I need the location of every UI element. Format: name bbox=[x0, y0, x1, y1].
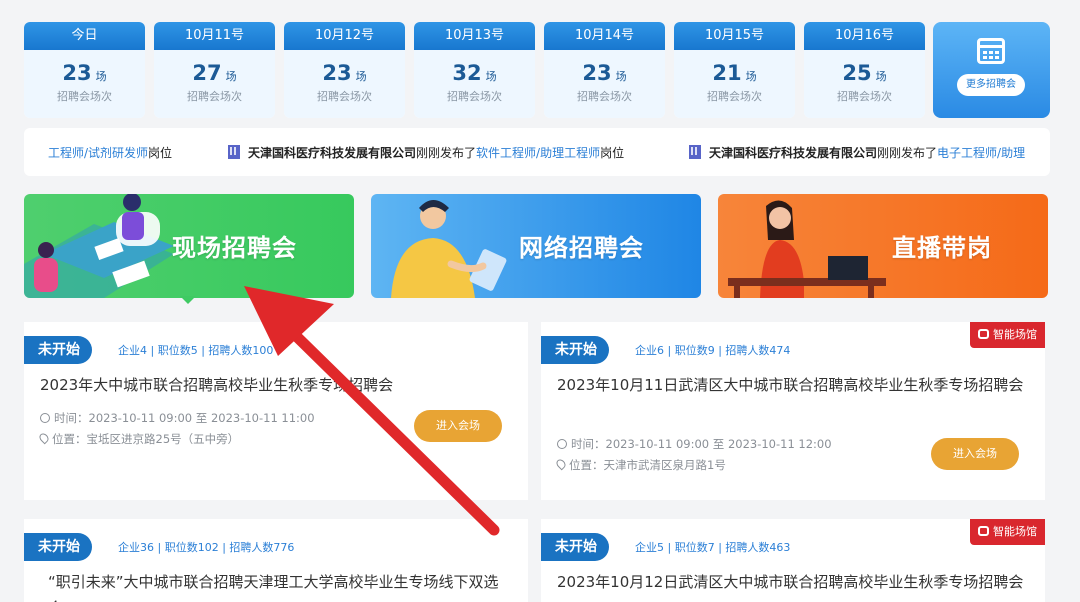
smart-venue-badge: 智能场馆 bbox=[970, 519, 1045, 545]
date-label: 10月13号 bbox=[414, 22, 535, 50]
fair-count: 25 bbox=[842, 61, 872, 85]
fair-sublabel: 招聘会场次 bbox=[447, 90, 502, 103]
status-badge: 未开始 bbox=[24, 533, 92, 561]
fair-unit: 场 bbox=[95, 70, 107, 83]
fair-count: 23 bbox=[582, 61, 612, 85]
live-hiring-banner[interactable]: 直播带岗 bbox=[718, 194, 1048, 298]
fair-card[interactable]: 智能场馆 未开始 企业5 | 职位数7 | 招聘人数463 2023年10月12… bbox=[541, 519, 1045, 602]
fair-count: 32 bbox=[452, 61, 482, 85]
ticker-item[interactable]: 工程师/试剂研发师岗位 bbox=[48, 144, 172, 161]
ticker-item[interactable]: 天津国科医疗科技发展有限公司刚刚发布了软件工程师/助理工程师岗位 bbox=[228, 144, 624, 161]
banner-pointer bbox=[180, 296, 196, 304]
status-badge: 未开始 bbox=[541, 336, 609, 364]
fair-count: 23 bbox=[62, 61, 92, 85]
fair-stats: 企业36 | 职位数102 | 招聘人数776 bbox=[118, 541, 295, 554]
date-tab-oct13[interactable]: 10月13号 32 场 招聘会场次 bbox=[414, 22, 535, 118]
fair-location: 位置：宝坻区进京路25号（五中旁） bbox=[37, 431, 240, 447]
ticker-item[interactable]: 天津国科医疗科技发展有限公司刚刚发布了电子工程师/助理 bbox=[689, 144, 1025, 161]
enter-venue-button[interactable]: 进入会场 bbox=[931, 438, 1019, 470]
date-tab-oct12[interactable]: 10月12号 23 场 招聘会场次 bbox=[284, 22, 405, 118]
date-tab-oct16[interactable]: 10月16号 25 场 招聘会场次 bbox=[804, 22, 925, 118]
smart-venue-label: 智能场馆 bbox=[993, 328, 1037, 341]
fair-card[interactable]: 智能场馆 未开始 企业6 | 职位数9 | 招聘人数474 2023年10月11… bbox=[541, 322, 1045, 500]
ticker-company: 天津国科医疗科技发展有限公司 bbox=[248, 146, 417, 160]
fair-stats: 企业6 | 职位数9 | 招聘人数474 bbox=[635, 344, 791, 357]
enter-venue-button[interactable]: 进入会场 bbox=[414, 410, 502, 442]
fair-title[interactable]: 2023年10月11日武清区大中城市联合招聘高校毕业生秋季专场招聘会 bbox=[557, 372, 1027, 398]
fair-title[interactable]: 2023年10月12日武清区大中城市联合招聘高校毕业生秋季专场招聘会 bbox=[557, 569, 1027, 595]
ticker-job: 软件工程师/助理工程师 bbox=[476, 146, 601, 160]
fair-stats: 企业5 | 职位数7 | 招聘人数463 bbox=[635, 541, 791, 554]
ticker-company: 天津国科医疗科技发展有限公司 bbox=[709, 146, 878, 160]
livestream-illustration bbox=[728, 200, 886, 298]
onsite-fair-banner[interactable]: 现场招聘会 bbox=[24, 194, 354, 298]
clock-icon bbox=[557, 439, 567, 449]
fair-card[interactable]: 未开始 企业4 | 职位数5 | 招聘人数100 2023年大中城市联合招聘高校… bbox=[24, 322, 528, 500]
online-fair-banner[interactable]: 网络招聘会 bbox=[371, 194, 701, 298]
date-tab-oct14[interactable]: 10月14号 23 场 招聘会场次 bbox=[544, 22, 665, 118]
fair-unit: 场 bbox=[225, 70, 237, 83]
location-pin-icon bbox=[554, 457, 568, 471]
fair-sublabel: 招聘会场次 bbox=[57, 90, 112, 103]
building-icon bbox=[228, 145, 240, 159]
calendar-icon bbox=[977, 38, 1005, 64]
date-tab-oct15[interactable]: 10月15号 21 场 招聘会场次 bbox=[674, 22, 795, 118]
date-label: 10月16号 bbox=[804, 22, 925, 50]
fair-unit: 场 bbox=[615, 70, 627, 83]
date-tab-oct11[interactable]: 10月11号 27 场 招聘会场次 bbox=[154, 22, 275, 118]
fair-count: 27 bbox=[192, 61, 222, 85]
location-pin-icon bbox=[37, 431, 51, 445]
smart-venue-label: 智能场馆 bbox=[993, 525, 1037, 538]
ticker-job: 电子工程师/助理 bbox=[937, 146, 1026, 160]
fair-count: 23 bbox=[322, 61, 352, 85]
date-label: 10月11号 bbox=[154, 22, 275, 50]
fair-count: 21 bbox=[712, 61, 742, 85]
fair-title[interactable]: 2023年大中城市联合招聘高校毕业生秋季专场招聘会 bbox=[40, 372, 510, 398]
fair-time: 时间：2023-10-11 09:00 至 2023-10-11 11:00 bbox=[40, 410, 315, 426]
fair-location-text: 位置：宝坻区进京路25号（五中旁） bbox=[52, 432, 240, 446]
fair-sublabel: 招聘会场次 bbox=[187, 90, 242, 103]
fair-time-text: 时间：2023-10-11 09:00 至 2023-10-11 12:00 bbox=[571, 437, 832, 451]
fair-sublabel: 招聘会场次 bbox=[837, 90, 892, 103]
fair-time-text: 时间：2023-10-11 09:00 至 2023-10-11 11:00 bbox=[54, 411, 315, 425]
fair-unit: 场 bbox=[485, 70, 497, 83]
ticker-job: 工程师/试剂研发师 bbox=[48, 146, 149, 160]
fair-unit: 场 bbox=[875, 70, 887, 83]
fair-stats: 企业4 | 职位数5 | 招聘人数100 bbox=[118, 344, 274, 357]
online-fair-title: 网络招聘会 bbox=[519, 234, 644, 262]
live-hiring-title: 直播带岗 bbox=[892, 234, 992, 262]
status-badge: 未开始 bbox=[24, 336, 92, 364]
date-label: 10月15号 bbox=[674, 22, 795, 50]
fair-time: 时间：2023-10-11 09:00 至 2023-10-11 12:00 bbox=[557, 436, 832, 452]
clock-icon bbox=[40, 413, 50, 423]
robot-icon bbox=[978, 526, 989, 536]
date-tab-today[interactable]: 今日 23 场 招聘会场次 bbox=[24, 22, 145, 118]
smart-venue-badge: 智能场馆 bbox=[970, 322, 1045, 348]
onsite-fair-title: 现场招聘会 bbox=[172, 234, 297, 262]
fair-unit: 场 bbox=[355, 70, 367, 83]
more-fairs-card[interactable]: 更多招聘会 bbox=[933, 22, 1050, 118]
ticker-published: 刚刚发布了 bbox=[416, 146, 477, 160]
fair-location-text: 位置：天津市武清区泉月路1号 bbox=[569, 458, 726, 472]
fair-sublabel: 招聘会场次 bbox=[577, 90, 632, 103]
date-label: 今日 bbox=[24, 22, 145, 50]
fair-unit: 场 bbox=[745, 70, 757, 83]
ticker-suffix: 岗位 bbox=[148, 146, 173, 160]
date-label: 10月14号 bbox=[544, 22, 665, 50]
robot-icon bbox=[978, 329, 989, 339]
status-badge: 未开始 bbox=[541, 533, 609, 561]
building-icon bbox=[689, 145, 701, 159]
date-tabs: 今日 23 场 招聘会场次 10月11号 27 场 招聘会场次 10月12号 23 场… bbox=[24, 22, 1050, 118]
more-fairs-button[interactable]: 更多招聘会 bbox=[957, 74, 1025, 96]
ticker-suffix: 岗位 bbox=[600, 146, 625, 160]
date-label: 10月12号 bbox=[284, 22, 405, 50]
fair-sublabel: 招聘会场次 bbox=[707, 90, 762, 103]
ticker-published: 刚刚发布了 bbox=[877, 146, 938, 160]
fair-card[interactable]: 未开始 企业36 | 职位数102 | 招聘人数776 “职引未来”大中城市联合… bbox=[24, 519, 528, 602]
fair-title[interactable]: “职引未来”大中城市联合招聘天津理工大学高校毕业生专场线下双选会 bbox=[48, 569, 508, 602]
fair-location: 位置：天津市武清区泉月路1号 bbox=[554, 457, 726, 473]
news-ticker: 工程师/试剂研发师岗位 天津国科医疗科技发展有限公司刚刚发布了软件工程师/助理工… bbox=[24, 128, 1050, 176]
fair-sublabel: 招聘会场次 bbox=[317, 90, 372, 103]
